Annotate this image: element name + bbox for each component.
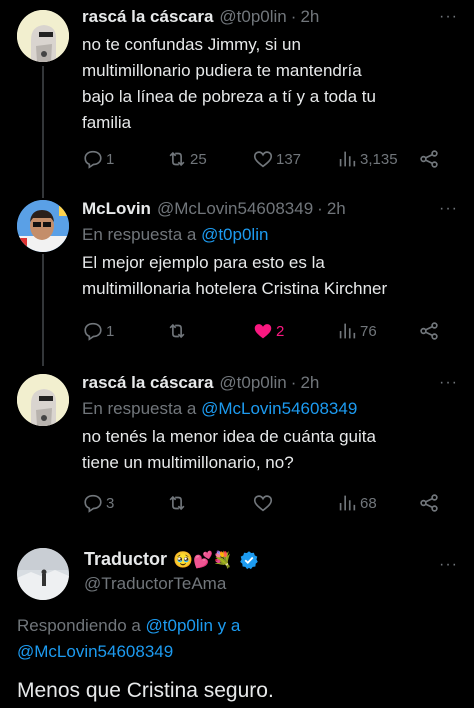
- views-button[interactable]: 68: [336, 492, 377, 514]
- tweet-text: El mejor ejemplo para esto es la multimi…: [82, 253, 388, 298]
- reply-context: En respuesta a @t0p0lin: [82, 225, 269, 244]
- views-icon: [339, 151, 356, 167]
- avatar[interactable]: [17, 374, 69, 426]
- tweet-header: rascá la cáscara @t0p0lin · 2h: [82, 6, 462, 28]
- more-icon[interactable]: ···: [439, 556, 458, 574]
- views-button[interactable]: 76: [336, 320, 377, 342]
- share-icon: [420, 494, 438, 512]
- tweet-header: McLovin @McLovin54608349 · 2h: [82, 198, 462, 220]
- author-handle[interactable]: @McLovin54608349: [157, 198, 313, 220]
- reply-count: 3: [106, 494, 115, 512]
- avatar[interactable]: [17, 10, 69, 62]
- retweet-icon: [169, 323, 185, 339]
- reply-icon: [84, 494, 102, 513]
- reply-button[interactable]: 1: [82, 320, 114, 342]
- separator-dot: ·: [290, 7, 297, 26]
- reply-target-link[interactable]: @t0p0lin: [146, 616, 213, 635]
- views-count: 76: [360, 322, 377, 340]
- reply-target-link[interactable]: @t0p0lin: [201, 225, 268, 244]
- like-button[interactable]: 137: [252, 148, 301, 170]
- timestamp[interactable]: 2h: [300, 6, 319, 28]
- tweet[interactable]: rascá la cáscara @t0p0lin · 2h ··· no te…: [0, 0, 474, 190]
- like-icon: [253, 495, 273, 512]
- author-name[interactable]: McLovin: [82, 198, 151, 220]
- reply-count: 1: [106, 150, 115, 168]
- retweet-icon: [169, 495, 185, 511]
- retweet-button[interactable]: 25: [166, 148, 207, 170]
- share-button[interactable]: [418, 320, 440, 342]
- share-icon: [420, 150, 438, 168]
- separator-dot: ·: [290, 373, 297, 392]
- retweet-button[interactable]: [166, 320, 190, 342]
- separator-dot: ·: [317, 199, 323, 218]
- reply-target-link[interactable]: @McLovin54608349: [17, 642, 173, 661]
- reply-icon: [84, 150, 102, 169]
- views-icon: [339, 495, 356, 511]
- verified-icon: [240, 550, 258, 569]
- reply-button[interactable]: 1: [82, 148, 114, 170]
- like-count: 2: [276, 322, 285, 340]
- avatar[interactable]: [17, 200, 69, 252]
- tweet-header: rascá la cáscara @t0p0lin · 2h: [82, 372, 462, 394]
- timestamp[interactable]: 2h: [327, 198, 346, 220]
- name-emoji: 🥹💕💐: [173, 551, 233, 569]
- reply-target-link[interactable]: @McLovin54608349: [201, 399, 357, 418]
- tweet-actions: 1 2 76: [82, 320, 452, 346]
- like-icon: [253, 151, 273, 168]
- share-icon: [420, 322, 438, 340]
- reply-icon: [84, 322, 102, 341]
- tweet-actions: 3 68: [82, 492, 452, 518]
- like-count: 137: [276, 150, 302, 168]
- reply-context: En respuesta a @McLovin54608349: [82, 399, 358, 418]
- share-button[interactable]: [418, 492, 440, 514]
- author-handle[interactable]: @TraductorTeAma: [84, 574, 226, 594]
- retweet-count: 25: [190, 150, 207, 168]
- like-button[interactable]: [252, 492, 276, 514]
- reply-count: 1: [106, 322, 115, 340]
- views-button[interactable]: 3,135: [336, 148, 398, 170]
- timestamp[interactable]: 2h: [300, 372, 319, 394]
- author-name[interactable]: rascá la cáscara: [82, 372, 213, 394]
- author-name[interactable]: Traductor 🥹💕💐: [84, 549, 259, 570]
- tweet-text: no tenés la menor idea de cuánta guita t…: [82, 427, 376, 472]
- author-name[interactable]: rascá la cáscara: [82, 6, 213, 28]
- tweet-text: no te confundas Jimmy, si un multimillon…: [82, 35, 376, 132]
- tweet[interactable]: rascá la cáscara @t0p0lin · 2h ··· En re…: [0, 364, 474, 536]
- views-icon: [339, 323, 356, 339]
- reply-button[interactable]: 3: [82, 492, 114, 514]
- tweet-text: Menos que Cristina seguro.: [17, 679, 274, 702]
- retweet-button[interactable]: [166, 492, 190, 514]
- more-icon[interactable]: ···: [439, 8, 458, 26]
- tweet-actions: 1 25 137 3,135: [82, 148, 452, 174]
- retweet-icon: [169, 151, 185, 167]
- like-icon: [254, 324, 272, 339]
- like-button[interactable]: 2: [252, 320, 284, 342]
- avatar[interactable]: [17, 548, 69, 600]
- more-icon[interactable]: ···: [439, 374, 458, 392]
- author-handle[interactable]: @t0p0lin: [219, 6, 286, 28]
- more-icon[interactable]: ···: [439, 200, 458, 218]
- tweet[interactable]: McLovin @McLovin54608349 · 2h ··· En res…: [0, 190, 474, 370]
- views-count: 68: [360, 494, 377, 512]
- views-count: 3,135: [360, 150, 398, 168]
- author-handle[interactable]: @t0p0lin: [219, 372, 286, 394]
- share-button[interactable]: [418, 148, 440, 170]
- reply-context: Respondiendo a @t0p0lin y a @McLovin5460…: [17, 616, 241, 661]
